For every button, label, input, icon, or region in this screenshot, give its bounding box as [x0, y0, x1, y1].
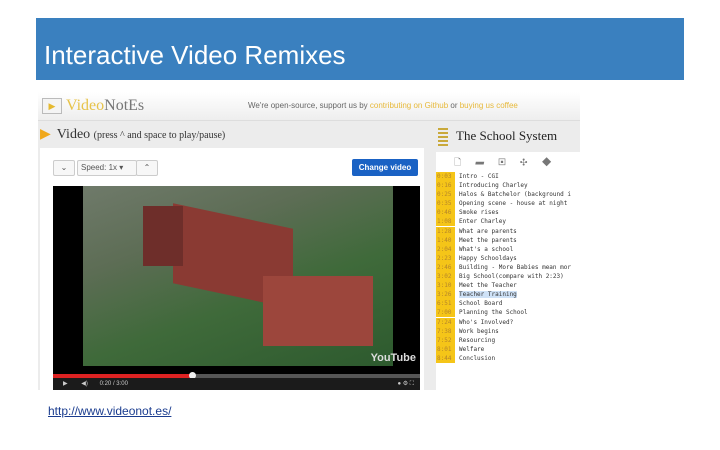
video-panel: ⌄ Speed: 1x ▾ ⌃ Change video YouTube ▶ ◀… [40, 148, 424, 390]
open-icon[interactable]: ▰ [475, 157, 498, 167]
speed-select[interactable]: Speed: 1x ▾ [77, 160, 137, 176]
timestamp[interactable]: 0:46 [436, 208, 455, 218]
note-text: School Board [459, 300, 503, 308]
note-line[interactable]: 2:23 Happy Schooldays [436, 253, 580, 263]
note-text: What's a school [459, 245, 514, 253]
speed-up-button[interactable]: ⌃ [136, 160, 158, 176]
note-text: Building - More Babies mean mor [459, 263, 571, 271]
video-frame [83, 186, 393, 366]
note-text: Who's Involved? [459, 318, 514, 326]
note-text: Introducing Charley [459, 182, 528, 190]
note-line[interactable]: 8:44 Conclusion [436, 353, 580, 363]
timestamp[interactable]: 2:23 [436, 253, 455, 263]
note-text: Meet the Teacher [459, 282, 517, 290]
notes-icon [438, 128, 448, 146]
note-text: Meet the parents [459, 236, 517, 244]
editor-toolbar: 🗋▰▣✣◆ [436, 152, 580, 172]
play-arrow-icon: ▶ [40, 127, 51, 142]
note-text: Planning the School [459, 309, 528, 317]
note-line[interactable]: 3:10 Meet the Teacher [436, 281, 580, 291]
time-display: 0:20 / 3:00 [99, 381, 128, 387]
note-line[interactable]: 6:51 School Board [436, 299, 580, 309]
logo[interactable]: VideoNotEs [66, 97, 144, 115]
note-line[interactable]: 3:26 Teacher Training [436, 290, 580, 300]
timestamp[interactable]: 0:35 [436, 199, 455, 209]
note-text: Enter Charley [459, 218, 506, 226]
videonotes-link[interactable]: http://www.videonot.es/ [48, 404, 171, 418]
note-line[interactable]: 7:00 Planning the School [436, 308, 580, 318]
note-line[interactable]: 0:16 Introducing Charley [436, 181, 580, 191]
note-line[interactable]: 1:28 What are parents [436, 226, 580, 236]
note-text: Happy Schooldays [459, 254, 517, 262]
youtube-logo: YouTube [370, 352, 416, 364]
note-text: Resourcing [459, 336, 496, 344]
timestamp[interactable]: 1:28 [436, 226, 455, 236]
note-text: Intro - CGI [459, 173, 499, 180]
volume-icon[interactable]: ◀) [81, 381, 88, 387]
note-line[interactable]: 3:02 Big School(compare with 2:23) [436, 272, 580, 282]
save-icon[interactable]: ▣ [498, 157, 520, 167]
note-line[interactable]: 1:40 Meet the parents [436, 235, 580, 245]
note-line[interactable]: 7:52 Resourcing [436, 335, 580, 345]
evernote-icon[interactable]: ◆ [542, 157, 566, 167]
timestamp[interactable]: 1:08 [436, 217, 455, 227]
note-text: Halos & Batchelor (background i [459, 191, 571, 199]
app-topbar: ▶ VideoNotEs We're open-source, support … [38, 92, 580, 121]
notes-title: The School System [456, 128, 558, 143]
note-line[interactable]: 0:46 Smoke rises [436, 208, 580, 218]
timestamp[interactable]: 7:24 [436, 317, 455, 327]
note-text: Teacher Training [459, 291, 517, 299]
timestamp[interactable]: 7:00 [436, 308, 455, 318]
note-line[interactable]: 2:04 What's a school [436, 244, 580, 254]
timestamp[interactable]: 2:04 [436, 244, 455, 254]
timestamp[interactable]: 0:16 [436, 181, 455, 191]
timestamp[interactable]: 8:01 [436, 344, 455, 354]
settings-fullscreen-icons[interactable]: ● ⚙ ⛶ [397, 378, 414, 390]
change-video-button[interactable]: Change video [352, 159, 418, 176]
app-screenshot: ▶ VideoNotEs We're open-source, support … [38, 92, 580, 390]
logo-icon: ▶ [42, 98, 62, 114]
player-controls: ▶ ◀) 0:20 / 3:00 ● ⚙ ⛶ [53, 378, 420, 390]
note-line[interactable]: 8:01 Welfare [436, 344, 580, 354]
note-text: Opening scene - house at night [459, 200, 568, 208]
video-player[interactable]: YouTube ▶ ◀) 0:20 / 3:00 ● ⚙ ⛶ [53, 186, 420, 390]
note-text: Big School(compare with 2:23) [459, 273, 564, 281]
timestamp[interactable]: 3:10 [436, 281, 455, 291]
note-text: Welfare [459, 345, 485, 353]
slide-header: Interactive Video Remixes [36, 18, 684, 80]
note-line[interactable]: 7:24 Who's Involved? [436, 317, 580, 327]
promo-text: We're open-source, support us by contrib… [248, 101, 518, 110]
timestamp[interactable]: 1:40 [436, 235, 455, 245]
timestamp[interactable]: 0:03 [436, 172, 455, 181]
notes-panel: The School System 🗋▰▣✣◆ 0:03 Intro - CGI 0… [436, 122, 580, 390]
sync-icon[interactable]: ✣ [520, 157, 542, 167]
play-icon[interactable]: ▶ [63, 381, 68, 387]
timestamp[interactable]: 3:26 [436, 290, 455, 300]
note-line[interactable]: 2:46 Building - More Babies mean mor [436, 262, 580, 272]
speed-down-button[interactable]: ⌄ [53, 160, 75, 176]
github-link[interactable]: contributing on Github [370, 101, 448, 110]
note-line[interactable]: 0:35 Opening scene - house at night [436, 199, 580, 209]
note-line[interactable]: 0:03 Intro - CGI [436, 172, 580, 181]
video-heading: ▶ Video (press ^ and space to play/pause) [40, 127, 226, 142]
note-text: Smoke rises [459, 209, 499, 217]
timestamp[interactable]: 8:44 [436, 353, 455, 363]
slide-title: Interactive Video Remixes [44, 40, 346, 70]
timestamp[interactable]: 3:02 [436, 272, 455, 282]
timestamp[interactable]: 2:46 [436, 262, 455, 272]
timestamp[interactable]: 7:38 [436, 326, 455, 336]
timestamp[interactable]: 6:51 [436, 299, 455, 309]
note-text: What are parents [459, 227, 517, 235]
notes-editor[interactable]: 🗋▰▣✣◆ 0:03 Intro - CGI 0:16 Introducing Cha… [436, 152, 580, 390]
note-text: Conclusion [459, 354, 496, 362]
timestamp[interactable]: 0:25 [436, 190, 455, 200]
coffee-link[interactable]: buying us coffee [460, 101, 518, 110]
timestamp[interactable]: 7:52 [436, 335, 455, 345]
note-line[interactable]: 0:25 Halos & Batchelor (background i [436, 190, 580, 200]
note-line[interactable]: 1:08 Enter Charley [436, 217, 580, 227]
note-line[interactable]: 7:38 Work begins [436, 326, 580, 336]
note-text: Work begins [459, 327, 499, 335]
new-icon[interactable]: 🗋 [454, 157, 475, 167]
